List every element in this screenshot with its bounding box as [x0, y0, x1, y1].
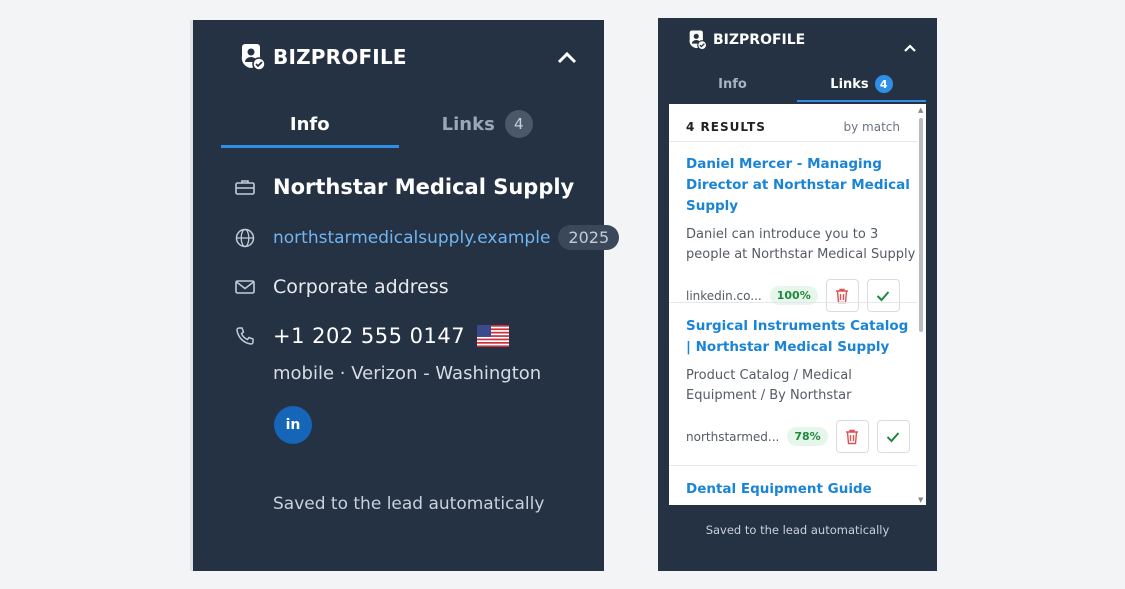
result-description: Product Catalog / Medical Equipment / By… — [686, 368, 852, 403]
tab-info[interactable]: Info — [668, 66, 797, 102]
founded-year-badge: 2025 — [558, 225, 620, 250]
phone-carrier-info: mobile · Verizon - Washington — [273, 363, 542, 384]
result-title-link[interactable]: Daniel Mercer - Managing Director at Nor… — [686, 154, 916, 217]
phone-row: +1 202 555 0147 — [233, 324, 510, 348]
result-card: Surgical Instruments Catalog | Northstar… — [686, 316, 916, 453]
result-title-link[interactable]: Surgical Instruments Catalog | Northstar… — [686, 316, 916, 358]
results-header: 4 RESULTS by match — [686, 120, 900, 134]
confirm-button[interactable] — [866, 279, 900, 312]
scroll-down-arrow[interactable]: ▼ — [918, 496, 923, 504]
confirm-button[interactable] — [876, 420, 910, 453]
saved-status: Saved to the lead automatically — [705, 523, 890, 537]
match-badge: 78% — [787, 427, 828, 446]
results-count: 4 RESULTS — [686, 120, 766, 134]
tab-links[interactable]: Links 4 — [399, 100, 577, 148]
phone-icon — [233, 324, 257, 348]
phone-number[interactable]: +1 202 555 0147 — [273, 324, 465, 348]
delete-button[interactable] — [825, 279, 859, 312]
brand-header: BIZPROFILE — [686, 29, 805, 51]
tab-info-label: Info — [718, 76, 747, 92]
chevron-up-icon[interactable] — [556, 50, 578, 66]
profile-panel-small: BIZPROFILE Info Links 4 4 RESULTS by mat… — [658, 18, 937, 571]
brand-name: BIZPROFILE — [713, 32, 806, 48]
tab-info-label: Info — [289, 113, 330, 135]
links-count-badge: 4 — [874, 75, 893, 93]
result-description: Daniel can introduce you to 3 people at … — [686, 227, 916, 262]
check-icon — [877, 290, 890, 301]
us-flag-icon — [477, 325, 510, 347]
result-card: Daniel Mercer - Managing Director at Nor… — [686, 154, 916, 312]
tab-links-label: Links — [830, 76, 869, 92]
divider — [669, 141, 917, 142]
trash-icon — [846, 429, 859, 444]
result-domain: northstarmed... — [686, 429, 780, 444]
globe-icon — [233, 226, 257, 250]
result-domain: linkedin.co... — [686, 288, 762, 303]
tab-info[interactable]: Info — [221, 100, 399, 148]
company-name: Northstar Medical Supply — [273, 175, 575, 199]
scrollbar[interactable]: ▲ ▼ — [917, 104, 925, 505]
scroll-thumb[interactable] — [919, 118, 923, 332]
tab-links[interactable]: Links 4 — [797, 66, 926, 102]
delete-button[interactable] — [835, 420, 869, 453]
website-link[interactable]: northstarmedicalsupply.example — [273, 228, 550, 248]
brand-name: BIZPROFILE — [273, 45, 407, 69]
tab-bar: Info Links 4 — [668, 66, 926, 102]
tab-links-label: Links — [441, 113, 495, 135]
scroll-up-arrow[interactable]: ▲ — [918, 106, 923, 114]
logo-icon — [237, 42, 267, 72]
results-list[interactable]: 4 RESULTS by match Daniel Mercer - Manag… — [669, 104, 926, 505]
address-text: Corporate address — [273, 276, 449, 298]
check-icon — [886, 431, 900, 442]
saved-status: Saved to the lead automatically — [273, 494, 545, 514]
brand-header: BIZPROFILE — [237, 42, 407, 72]
website-row: northstarmedicalsupply.example 2025 — [233, 225, 620, 250]
result-card: Dental Equipment Guide — [686, 479, 916, 500]
result-title-link[interactable]: Dental Equipment Guide — [686, 479, 916, 500]
company-row: Northstar Medical Supply — [233, 175, 574, 199]
mail-icon — [233, 275, 257, 299]
links-count-badge: 4 — [504, 110, 533, 138]
linkedin-icon[interactable]: in — [274, 406, 312, 444]
chevron-up-icon[interactable] — [903, 38, 917, 52]
tab-bar: Info Links 4 — [221, 100, 576, 148]
result-footer: northstarmed... 78% — [686, 420, 916, 453]
divider — [669, 465, 917, 466]
briefcase-icon — [233, 175, 257, 199]
result-footer: linkedin.co... 100% — [686, 279, 916, 312]
divider — [669, 302, 917, 303]
profile-panel-large: BIZPROFILE Info Links 4 Northstar Medica… — [190, 20, 620, 571]
logo-icon — [686, 29, 708, 51]
address-row: Corporate address — [233, 275, 449, 299]
sort-selector[interactable]: by match — [844, 120, 900, 134]
